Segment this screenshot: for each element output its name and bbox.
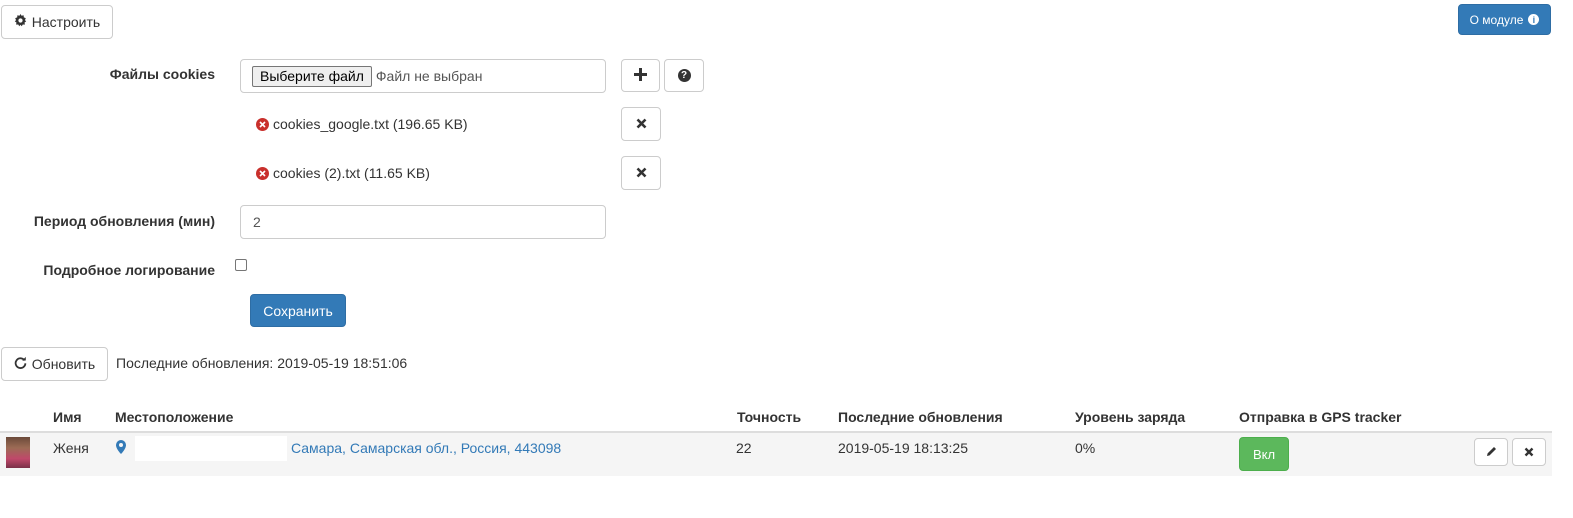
help-button[interactable]: ? [664, 59, 704, 92]
error-icon [256, 117, 269, 131]
question-icon: ? [677, 69, 691, 82]
info-icon: i [1528, 14, 1540, 25]
file-name: cookies_google.txt (196.65 KB) [273, 116, 468, 132]
row-last-update: 2019-05-19 18:13:25 [838, 440, 968, 456]
gps-toggle-button[interactable]: Вкл [1239, 437, 1289, 471]
location-cell [116, 440, 126, 457]
row-battery: 0% [1075, 440, 1096, 456]
verbose-logging-checkbox[interactable] [235, 259, 247, 271]
close-icon [636, 165, 647, 181]
map-marker-icon [116, 440, 126, 457]
redacted-address [135, 436, 287, 461]
save-button[interactable]: Сохранить [250, 294, 346, 327]
close-icon [636, 116, 647, 132]
period-label: Период обновления (мин) [33, 213, 215, 229]
row-accuracy: 22 [736, 440, 752, 456]
col-header-name: Имя [53, 409, 82, 425]
row-name: Женя [53, 440, 89, 456]
cookies-label: Файлы cookies [109, 66, 215, 82]
file-status: Файл не выбран [375, 68, 483, 84]
delete-button[interactable] [1512, 438, 1546, 466]
remove-file-button-1[interactable] [621, 156, 661, 190]
choose-file-button[interactable]: Выберите файл [252, 65, 372, 87]
about-label: О модуле [1469, 12, 1524, 27]
avatar [6, 437, 30, 468]
col-header-accuracy: Точность [737, 409, 802, 425]
add-file-button[interactable] [621, 59, 660, 92]
col-header-battery: Уровень заряда [1075, 409, 1186, 425]
refresh-button[interactable]: Обновить [1, 347, 108, 381]
col-header-gps: Отправка в GPS tracker [1239, 409, 1402, 425]
configure-button[interactable]: Настроить [1, 5, 113, 39]
file-item-0: cookies_google.txt (196.65 KB) [256, 116, 468, 132]
last-update-text: Последние обновления: 2019-05-19 18:51:0… [116, 355, 408, 371]
col-header-location: Местоположение [115, 409, 234, 425]
remove-file-button-0[interactable] [621, 107, 661, 141]
error-icon [256, 166, 269, 180]
configure-label: Настроить [31, 14, 101, 30]
refresh-label: Обновить [31, 356, 96, 372]
location-link[interactable]: Самара, Самарская обл., Россия, 443098 [291, 440, 561, 456]
about-button[interactable]: О модуле i [1458, 4, 1551, 35]
plus-icon [634, 67, 647, 84]
close-icon [1524, 444, 1534, 460]
verbose-logging-label: Подробное логирование [43, 262, 215, 278]
refresh-icon [14, 356, 27, 372]
period-input[interactable]: 2 [240, 205, 606, 239]
file-input[interactable]: Выберите файл Файл не выбран [240, 59, 606, 93]
edit-button[interactable] [1474, 438, 1508, 466]
pencil-icon [1486, 444, 1497, 460]
col-header-last-update: Последние обновления [838, 409, 1003, 425]
file-name: cookies (2).txt (11.65 KB) [273, 165, 430, 181]
gear-icon [14, 14, 27, 30]
file-item-1: cookies (2).txt (11.65 KB) [256, 165, 430, 181]
